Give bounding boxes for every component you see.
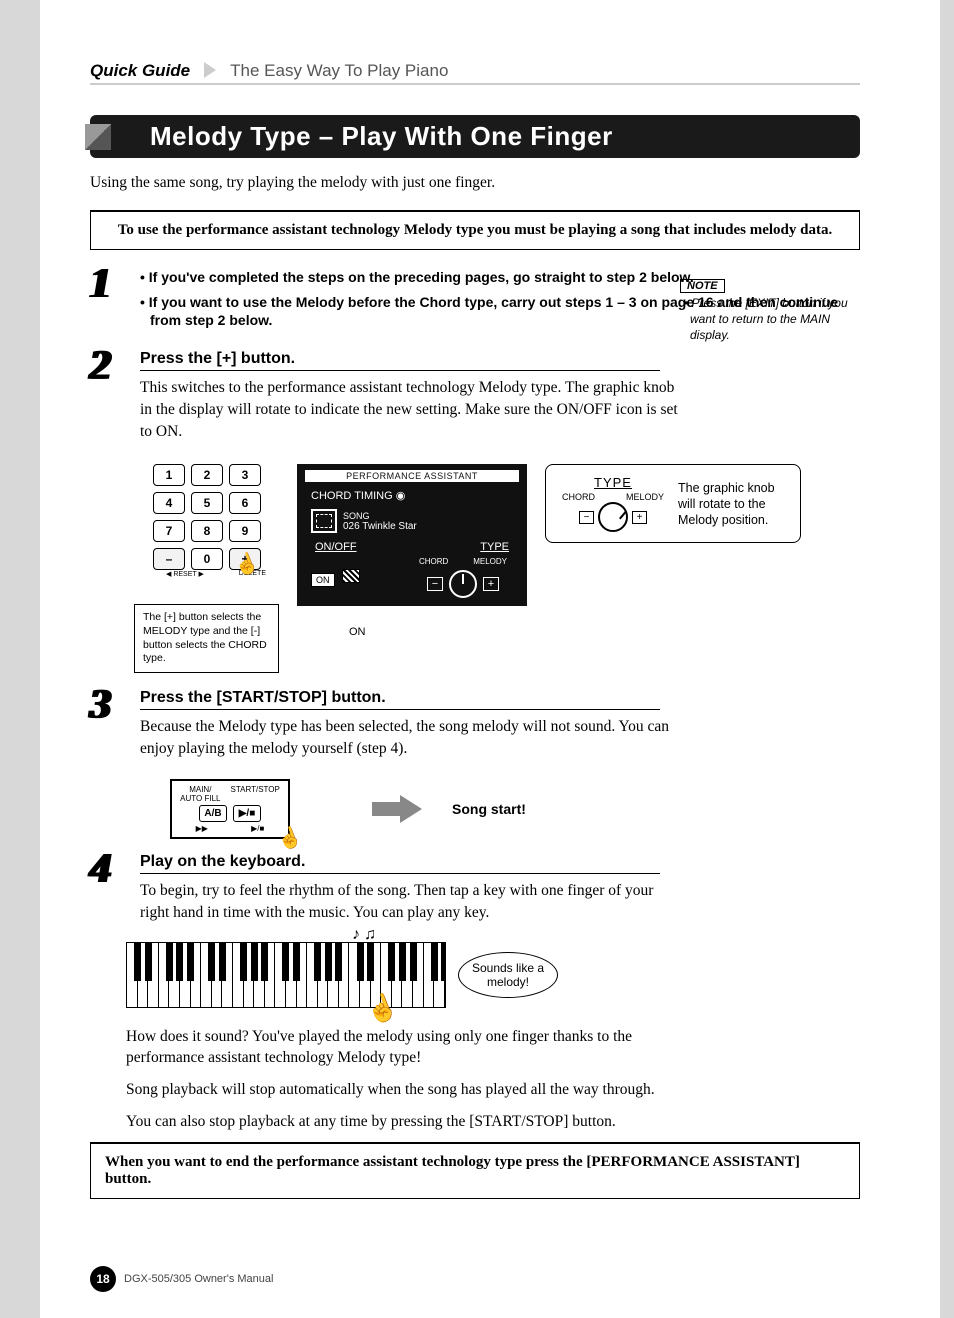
lcd-song-label: SONG bbox=[343, 511, 417, 521]
key-2: 2 bbox=[191, 464, 223, 486]
key-3: 3 bbox=[229, 464, 261, 486]
lcd-song-name: 026 Twinkle Star bbox=[343, 521, 417, 532]
type-melody-label: MELODY bbox=[626, 492, 664, 502]
playstop-icon: ▶/■ bbox=[251, 824, 264, 833]
key-9: 9 bbox=[229, 520, 261, 542]
type-knob-icon bbox=[598, 502, 628, 532]
step-number-3: 3 bbox=[90, 689, 130, 723]
note-body: • Press the [EXIT] button if you want to… bbox=[680, 295, 860, 344]
key-4: 4 bbox=[153, 492, 185, 514]
key-5: 5 bbox=[191, 492, 223, 514]
step-2-heading: Press the [+] button. bbox=[140, 350, 660, 371]
lcd-chord-timing: CHORD TIMING ◉ bbox=[305, 486, 519, 505]
prerequisite-box: To use the performance assistant technol… bbox=[90, 210, 860, 250]
arrow-right-icon bbox=[400, 795, 422, 823]
step-4-p1: To begin, try to feel the rhythm of the … bbox=[140, 880, 680, 923]
lcd-on-switch: ON bbox=[311, 573, 335, 587]
type-plus-button: + bbox=[632, 511, 647, 524]
page-footer: 18 DGX-505/305 Owner's Manual bbox=[90, 1266, 273, 1292]
step-3-heading: Press the [START/STOP] button. bbox=[140, 689, 660, 710]
lcd-chord-label: CHORD bbox=[419, 557, 448, 566]
section-marker-icon bbox=[85, 124, 111, 150]
step-3: 3 Press the [START/STOP] button. Because… bbox=[90, 689, 860, 769]
song-start-text: Song start! bbox=[452, 801, 526, 817]
step-number-1: 1 bbox=[90, 268, 130, 302]
key-minus: – bbox=[153, 548, 185, 570]
type-chord-label: CHORD bbox=[562, 492, 595, 502]
ff-icon: ▶▶ bbox=[196, 824, 208, 833]
type-minus-button: − bbox=[579, 511, 594, 524]
type-title: TYPE bbox=[558, 475, 668, 490]
page-header: Quick Guide The Easy Way To Play Piano bbox=[90, 60, 860, 85]
step-2: 2 Press the [+] button. This switches to… bbox=[90, 350, 860, 452]
side-note: NOTE • Press the [EXIT] button if you wa… bbox=[680, 278, 860, 344]
lcd-melody-label: MELODY bbox=[473, 557, 507, 566]
manual-title: DGX-505/305 Owner's Manual bbox=[124, 1273, 273, 1285]
step-number-2: 2 bbox=[90, 350, 130, 384]
numeric-keypad: 1 2 3 4 5 6 7 8 9 – 0 + ◀ RESET ▶ DELETE bbox=[142, 464, 272, 578]
keyboard-illustration: ♪ ♫ ☝ Sounds like a melody! bbox=[126, 942, 860, 1008]
page-number: 18 bbox=[90, 1266, 116, 1292]
step-3-body: Because the Melody type has been selecte… bbox=[140, 716, 680, 759]
piano-keyboard-icon bbox=[126, 942, 446, 1008]
lcd-knob-icon bbox=[449, 570, 477, 598]
lcd-checker-icon bbox=[342, 569, 360, 583]
end-box: When you want to end the performance ass… bbox=[90, 1142, 860, 1199]
step-3-illustration: MAIN/ AUTO FILLSTART/STOP A/B ▶/■ ▶▶▶/■ … bbox=[170, 779, 860, 839]
lcd-plus-button: + bbox=[483, 577, 499, 591]
keypad-caption: The [+] button selects the MELODY type a… bbox=[134, 604, 279, 673]
step-number-4: 4 bbox=[90, 853, 130, 887]
header-arrow-icon bbox=[204, 62, 216, 78]
key-6: 6 bbox=[229, 492, 261, 514]
play-button: ▶/■ bbox=[233, 805, 261, 822]
section-title: Melody Type – Play With One Finger bbox=[150, 121, 613, 151]
step-2-body: This switches to the performance assista… bbox=[140, 377, 680, 442]
start-stop-panel: MAIN/ AUTO FILLSTART/STOP A/B ▶/■ ▶▶▶/■ … bbox=[170, 779, 290, 839]
lcd-type-label: TYPE bbox=[480, 541, 509, 553]
section-title-bar: Melody Type – Play With One Finger bbox=[90, 115, 860, 158]
song-icon bbox=[311, 509, 337, 533]
ab-button: A/B bbox=[199, 805, 227, 822]
key-8: 8 bbox=[191, 520, 223, 542]
sounds-bubble: Sounds like a melody! bbox=[458, 952, 558, 998]
start-stop-label: START/STOP bbox=[230, 785, 279, 803]
step-4-p2: How does it sound? You've played the mel… bbox=[126, 1026, 666, 1069]
step-4-p3: Song playback will stop automatically wh… bbox=[126, 1079, 666, 1101]
step-4: 4 Play on the keyboard. To begin, try to… bbox=[90, 853, 860, 933]
lcd-onoff-label: ON/OFF bbox=[315, 541, 357, 553]
intro-text: Using the same song, try playing the mel… bbox=[90, 172, 860, 194]
lcd-minus-button: − bbox=[427, 577, 443, 591]
header-title: The Easy Way To Play Piano bbox=[230, 61, 448, 81]
key-0: 0 bbox=[191, 548, 223, 570]
step-4-p4: You can also stop playback at any time b… bbox=[126, 1111, 666, 1133]
note-label: NOTE bbox=[680, 279, 725, 293]
key-7: 7 bbox=[153, 520, 185, 542]
lcd-header: PERFORMANCE ASSISTANT bbox=[305, 470, 519, 482]
guide-label: Quick Guide bbox=[90, 61, 190, 81]
keypad-reset-label: ◀ RESET ▶ bbox=[166, 570, 204, 578]
lcd-display: PERFORMANCE ASSISTANT CHORD TIMING ◉ SON… bbox=[297, 464, 527, 606]
type-text: The graphic knob will rotate to the Melo… bbox=[678, 480, 786, 529]
step-4-heading: Play on the keyboard. bbox=[140, 853, 660, 874]
key-1: 1 bbox=[153, 464, 185, 486]
type-callout-box: TYPE CHORD MELODY − + The graphic knob wi… bbox=[545, 464, 801, 543]
on-callout: ON bbox=[349, 626, 527, 638]
main-fill-label: MAIN/ AUTO FILL bbox=[180, 785, 220, 803]
step-2-illustration: 1 2 3 4 5 6 7 8 9 – 0 + ◀ RESET ▶ DELETE bbox=[142, 464, 860, 673]
